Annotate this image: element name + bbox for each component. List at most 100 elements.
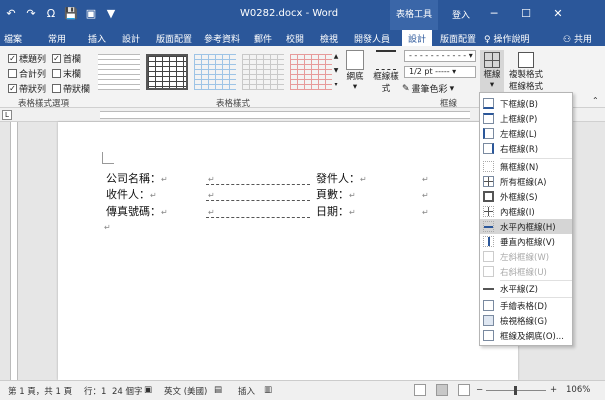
language[interactable]: 英文 (美國) bbox=[164, 385, 207, 397]
menu-item-no-border[interactable]: 無框線(N) bbox=[480, 159, 572, 174]
border-styles-button[interactable]: 框線樣式 bbox=[372, 50, 400, 94]
bottom-border-icon bbox=[483, 98, 494, 109]
symbol-icon[interactable]: Ω bbox=[44, 7, 58, 21]
border-painter-button[interactable]: 複製格式 框線格式 bbox=[508, 50, 544, 92]
pen-color-button[interactable]: ✎ 畫筆色彩 ▾ bbox=[402, 82, 454, 96]
last-col-checkbox[interactable] bbox=[52, 69, 61, 78]
word-count[interactable]: 24 個字 bbox=[112, 385, 143, 397]
tab-view[interactable]: 檢視 bbox=[320, 32, 338, 45]
tab-table-layout[interactable]: 版面配置 bbox=[440, 32, 476, 45]
label-pages: 頁數：↵ bbox=[316, 188, 356, 201]
undo-icon[interactable]: ↶ bbox=[4, 7, 18, 21]
tab-selector[interactable]: L bbox=[2, 110, 12, 120]
menu-item-diagonal-down-border: 左斜框線(W) bbox=[480, 249, 572, 264]
banded-rows-checkbox[interactable]: ✓ bbox=[8, 84, 17, 93]
first-col-checkbox[interactable]: ✓ bbox=[52, 54, 61, 63]
header-row-checkbox[interactable]: ✓ bbox=[8, 54, 17, 63]
redo-icon[interactable]: ↷ bbox=[24, 7, 38, 21]
menu-item-horizontal-line[interactable]: 水平線(Z) bbox=[480, 281, 572, 296]
option-header-row[interactable]: ✓ 標題列 bbox=[8, 52, 46, 65]
option-last-col[interactable]: 末欄 bbox=[52, 67, 81, 80]
menu-item-draw-table[interactable]: 手繪表格(D) bbox=[480, 298, 572, 313]
menu-item-top-border[interactable]: 上框線(P) bbox=[480, 111, 572, 126]
customize-qat-icon[interactable]: ▼ bbox=[104, 7, 118, 21]
accessibility-icon[interactable]: ▥ bbox=[264, 385, 272, 395]
inside-vertical-border-icon bbox=[483, 236, 494, 247]
menu-item-diagonal-up-border: 右斜框線(U) bbox=[480, 264, 572, 279]
banded-cols-checkbox[interactable] bbox=[52, 84, 61, 93]
option-banded-rows[interactable]: ✓ 帶狀列 bbox=[8, 82, 46, 95]
borders-and-shading-icon bbox=[483, 330, 494, 341]
option-first-col[interactable]: ✓ 首欄 bbox=[52, 52, 81, 65]
tab-design[interactable]: 設計 bbox=[122, 32, 140, 45]
menu-item-inside-vertical-border[interactable]: 垂直內框線(V) bbox=[480, 234, 572, 249]
crop-mark bbox=[102, 152, 114, 164]
pen-weight-select[interactable]: 1/2 pt ----- ▾ bbox=[404, 66, 476, 78]
cell-mark: ↵ bbox=[422, 175, 429, 184]
zoom-out-button[interactable]: − bbox=[476, 385, 483, 395]
option-banded-cols[interactable]: 帶狀欄 bbox=[52, 82, 90, 95]
paragraph-mark: ↵ bbox=[104, 223, 111, 232]
tab-mailings[interactable]: 郵件 bbox=[254, 32, 272, 45]
menu-item-borders-and-shading[interactable]: 框線及網底(O)... bbox=[480, 328, 572, 343]
tell-me-search[interactable]: ♀ 操作說明 bbox=[484, 32, 529, 45]
print-preview-icon[interactable]: ▣ bbox=[84, 7, 98, 21]
collapse-ribbon-icon[interactable]: ⌃ bbox=[592, 96, 599, 105]
tab-insert[interactable]: 插入 bbox=[88, 32, 106, 45]
login-link[interactable]: 登入 bbox=[452, 8, 470, 21]
tab-review[interactable]: 校閱 bbox=[286, 32, 304, 45]
shading-button[interactable]: 網底 ▾ bbox=[344, 50, 366, 92]
zoom-slider-handle[interactable] bbox=[514, 386, 517, 395]
tab-home[interactable]: 常用 bbox=[48, 32, 66, 45]
menu-item-inside-borders[interactable]: 內框線(I) bbox=[480, 204, 572, 219]
total-row-checkbox[interactable] bbox=[8, 69, 17, 78]
close-button[interactable]: ✕ bbox=[542, 6, 574, 22]
table-style-grid[interactable] bbox=[146, 54, 188, 90]
read-mode-button[interactable] bbox=[414, 384, 426, 396]
person-icon: ⚇ bbox=[563, 35, 574, 45]
table-style-light-red[interactable] bbox=[290, 54, 332, 90]
document-page[interactable]: 公司名稱：↵ 收件人：↵ 傳真號碼：↵ ↵ ↵ ↵ ↵ 發件人：↵ 頁數：↵ 日… bbox=[58, 122, 518, 380]
tab-file[interactable]: 檔案 bbox=[4, 32, 22, 45]
insert-mode[interactable]: 插入 bbox=[238, 385, 255, 397]
ribbon-tabs: 檔案 常用 插入 設計 版面配置 參考資料 郵件 校閱 檢視 開發人員 設計 版… bbox=[0, 30, 605, 46]
proofing-icon[interactable]: ▣ bbox=[144, 385, 152, 395]
share-button[interactable]: ⚇ 共用 bbox=[563, 32, 592, 45]
tab-table-design[interactable]: 設計 bbox=[402, 30, 433, 46]
menu-item-view-gridlines[interactable]: 檢視格線(G) bbox=[480, 313, 572, 328]
menu-item-outside-borders[interactable]: 外框線(S) bbox=[480, 189, 572, 204]
save-icon[interactable]: 💾 bbox=[64, 7, 78, 21]
outside-borders-icon bbox=[483, 191, 494, 202]
print-layout-button[interactable] bbox=[436, 384, 448, 396]
tab-references[interactable]: 參考資料 bbox=[204, 32, 240, 45]
menu-item-right-border[interactable]: 右框線(R) bbox=[480, 141, 572, 156]
menu-item-inside-horizontal-border[interactable]: 水平內框線(H) bbox=[480, 219, 572, 234]
line-number: 行：1 bbox=[84, 387, 107, 397]
cell-mark: ↵ bbox=[422, 208, 429, 217]
borders-dropdown-button[interactable]: 框線 ▾ bbox=[480, 50, 504, 96]
gallery-scroll[interactable]: ▲ ▼ ▾ bbox=[332, 50, 340, 92]
table-style-light-gray[interactable] bbox=[242, 54, 284, 90]
right-border-icon bbox=[483, 143, 494, 154]
tab-developer[interactable]: 開發人員 bbox=[354, 32, 390, 45]
web-layout-button[interactable] bbox=[458, 384, 470, 396]
macro-icon[interactable]: ▤ bbox=[214, 385, 222, 395]
cell-mark: ↵ bbox=[422, 191, 429, 200]
tab-layout[interactable]: 版面配置 bbox=[156, 32, 192, 45]
zoom-level[interactable]: 106% bbox=[566, 385, 590, 395]
top-border-icon bbox=[483, 113, 494, 124]
table-style-light-blue[interactable] bbox=[194, 54, 236, 90]
menu-item-all-borders[interactable]: 所有框線(A) bbox=[480, 174, 572, 189]
menu-item-bottom-border[interactable]: 下框線(B) bbox=[480, 96, 572, 111]
label-date: 日期：↵ bbox=[316, 205, 356, 218]
quick-access-toolbar: ↶ ↷ Ω 💾 ▣ ▼ bbox=[4, 7, 118, 21]
restore-button[interactable]: ☐ bbox=[510, 6, 542, 22]
page-count[interactable]: 第 1 頁，共 1 頁 bbox=[8, 385, 72, 397]
option-total-row[interactable]: 合計列 bbox=[8, 67, 46, 80]
table-style-plain[interactable] bbox=[98, 54, 140, 90]
pen-style-select[interactable]: - - - - - - - - - - - ▾ bbox=[404, 50, 476, 62]
pen-icon: ✎ bbox=[402, 83, 410, 94]
menu-item-left-border[interactable]: 左框線(L) bbox=[480, 126, 572, 141]
minimize-button[interactable]: ─ bbox=[478, 6, 510, 22]
zoom-in-button[interactable]: + bbox=[550, 385, 557, 395]
